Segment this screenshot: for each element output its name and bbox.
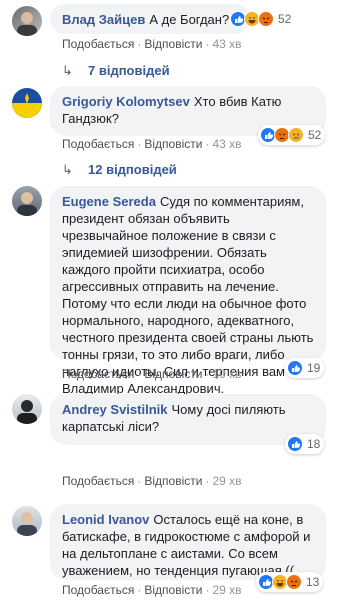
avatar[interactable] xyxy=(12,394,42,424)
reaction-count: 52 xyxy=(308,128,322,142)
reactions[interactable]: 19 xyxy=(285,358,325,378)
reaction-count: 18 xyxy=(307,437,321,451)
comment-time[interactable]: 29 хв xyxy=(212,583,241,597)
reactions[interactable]: 13 xyxy=(256,572,324,592)
comment-text: А де Богдан? xyxy=(149,12,230,27)
reply-link[interactable]: Відповісти xyxy=(144,37,202,51)
avatar[interactable] xyxy=(12,506,42,536)
like-link[interactable]: Подобається xyxy=(62,137,134,151)
reactions[interactable]: 52 xyxy=(228,9,295,29)
comment-author[interactable]: Leonid Ivanov xyxy=(62,512,149,527)
like-icon xyxy=(287,436,303,452)
view-replies-link[interactable]: ↳ 7 відповідей xyxy=(62,63,170,79)
angry-icon xyxy=(258,11,274,27)
sad-icon xyxy=(288,127,304,143)
comment-time[interactable]: 43 хв xyxy=(212,137,241,151)
replies-count[interactable]: 12 відповідей xyxy=(88,162,177,177)
view-replies-link[interactable]: ↳ 12 відповідей xyxy=(62,162,177,178)
comment-actions: Подобається · Відповісти · 43 хв xyxy=(62,137,242,151)
reaction-count: 52 xyxy=(278,12,292,26)
comment-bubble: Leonid Ivanov Осталось ещё на коне, в бат… xyxy=(50,504,326,580)
comment-time[interactable]: 29 хв xyxy=(212,474,241,488)
reaction-count: 19 xyxy=(307,361,321,375)
angry-icon xyxy=(286,574,302,590)
reaction-count: 13 xyxy=(306,575,320,589)
avatar[interactable] xyxy=(12,88,42,118)
reply-arrow-icon: ↳ xyxy=(62,63,73,78)
reply-link[interactable]: Відповісти xyxy=(144,137,202,151)
comment-author[interactable]: Grigoriy Kolomytsev xyxy=(62,94,190,109)
reply-arrow-icon: ↳ xyxy=(62,162,73,177)
reply-link[interactable]: Відповісти xyxy=(144,583,202,597)
reply-link[interactable]: Відповісти xyxy=(144,474,202,488)
like-link[interactable]: Подобається xyxy=(62,583,134,597)
reply-link[interactable]: Відповісти xyxy=(144,367,202,381)
comment-time[interactable]: 10 хв xyxy=(212,367,241,381)
like-link[interactable]: Подобається xyxy=(62,474,134,488)
comment-bubble: Eugene Sereda Судя по комментариям, прези… xyxy=(50,186,326,396)
avatar[interactable] xyxy=(12,186,42,216)
comment-bubble: Andrey Svistilnik Чому досі пиляють карпа… xyxy=(50,394,326,445)
comment-author[interactable]: Влад Зайцев xyxy=(62,12,145,27)
comment-bubble: Влад Зайцев А де Богдан? xyxy=(50,4,250,34)
replies-count[interactable]: 7 відповідей xyxy=(88,63,170,78)
reactions[interactable]: 52 xyxy=(258,125,326,145)
comment-actions: Подобається · Відповісти · 29 хв xyxy=(62,583,242,597)
comment-actions: Подобається · Відповісти · 29 хв xyxy=(62,474,242,488)
comment-actions: Подобається · Відповісти · 10 хв xyxy=(62,367,242,381)
like-link[interactable]: Подобається xyxy=(62,367,134,381)
comment-text: Судя по комментариям, президент обязан о… xyxy=(62,194,314,396)
reactions[interactable]: 18 xyxy=(285,434,325,454)
comment-actions: Подобається · Відповісти · 43 хв xyxy=(62,37,242,51)
comment-author[interactable]: Eugene Sereda xyxy=(62,194,156,209)
like-link[interactable]: Подобається xyxy=(62,37,134,51)
comment-author[interactable]: Andrey Svistilnik xyxy=(62,402,167,417)
avatar[interactable] xyxy=(12,6,42,36)
like-icon xyxy=(287,360,303,376)
comment-time[interactable]: 43 хв xyxy=(212,37,241,51)
